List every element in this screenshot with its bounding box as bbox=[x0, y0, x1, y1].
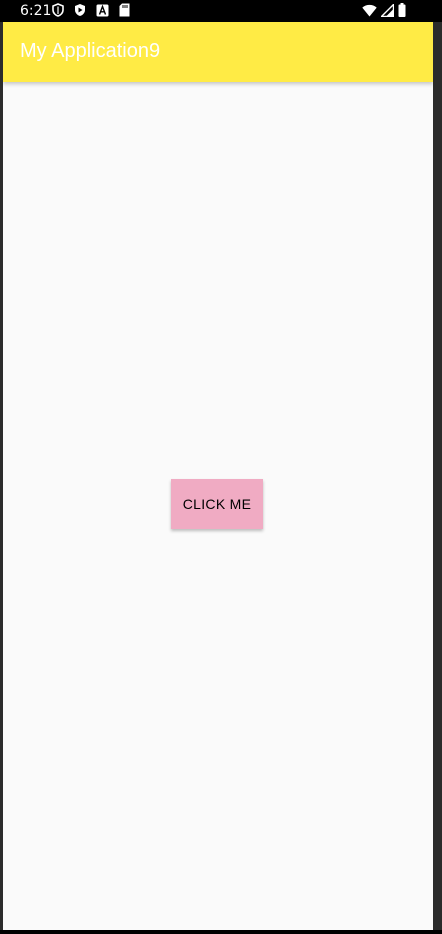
battery-icon bbox=[398, 3, 406, 17]
app-bar: My Application9 bbox=[3, 22, 433, 82]
a-box-icon bbox=[96, 4, 109, 17]
click-me-button[interactable]: CLICK ME bbox=[171, 479, 263, 529]
status-bar: 6:21 bbox=[0, 0, 442, 22]
app-title: My Application9 bbox=[20, 40, 161, 62]
wifi-icon bbox=[362, 4, 377, 17]
play-protect-icon bbox=[74, 3, 86, 17]
status-time: 6:21 bbox=[20, 3, 52, 19]
shield-outline-icon bbox=[52, 3, 64, 17]
device-frame-bottom bbox=[0, 930, 442, 934]
device-frame: 6:21 My Application9 CLICK ME bbox=[0, 0, 442, 934]
status-system-icons bbox=[362, 3, 406, 17]
app-screen: My Application9 CLICK ME bbox=[3, 22, 433, 930]
device-frame-right bbox=[433, 22, 442, 930]
cell-signal-icon bbox=[381, 3, 394, 17]
status-notification-icons bbox=[52, 3, 130, 17]
sd-card-icon bbox=[119, 3, 130, 17]
main-content: CLICK ME bbox=[3, 82, 433, 930]
